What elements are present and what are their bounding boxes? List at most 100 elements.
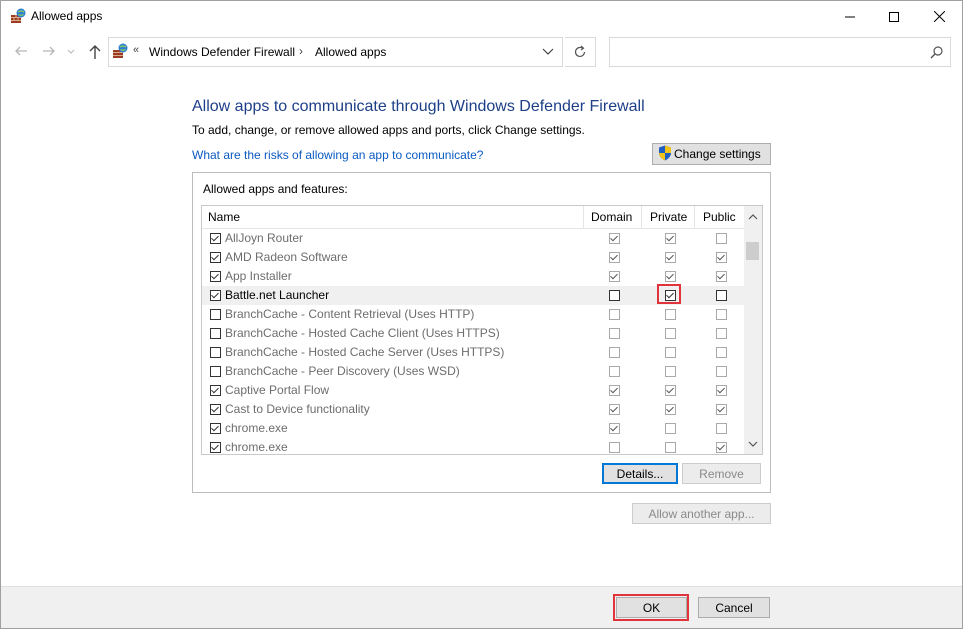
app-enabled-checkbox[interactable] xyxy=(210,423,221,434)
ok-button-highlight xyxy=(613,594,689,621)
close-button[interactable] xyxy=(916,1,962,32)
change-settings-button[interactable]: Change settings xyxy=(652,143,771,165)
overflow-chevron[interactable]: « xyxy=(133,44,139,56)
public-checkbox[interactable] xyxy=(716,271,727,282)
private-checkbox[interactable] xyxy=(665,423,676,434)
search-input[interactable] xyxy=(616,38,920,66)
public-checkbox[interactable] xyxy=(716,252,727,263)
forward-button[interactable] xyxy=(41,44,57,60)
table-row[interactable]: chrome.exe xyxy=(202,419,744,438)
private-checkbox[interactable] xyxy=(665,252,676,263)
breadcrumb-separator[interactable]: › xyxy=(299,44,303,58)
app-enabled-checkbox[interactable] xyxy=(210,309,221,320)
app-enabled-checkbox[interactable] xyxy=(210,347,221,358)
app-enabled-checkbox[interactable] xyxy=(210,442,221,453)
public-checkbox[interactable] xyxy=(716,309,727,320)
domain-checkbox[interactable] xyxy=(609,442,620,453)
cancel-button[interactable]: Cancel xyxy=(698,597,770,618)
domain-checkbox[interactable] xyxy=(609,347,620,358)
scroll-up-icon[interactable] xyxy=(748,212,758,222)
private-checkbox[interactable] xyxy=(665,442,676,453)
public-checkbox[interactable] xyxy=(716,347,727,358)
risks-link[interactable]: What are the risks of allowing an app to… xyxy=(192,148,483,162)
app-name: chrome.exe xyxy=(225,421,288,435)
private-checkbox[interactable] xyxy=(665,404,676,415)
app-enabled-checkbox[interactable] xyxy=(210,404,221,415)
domain-checkbox[interactable] xyxy=(609,252,620,263)
table-row[interactable]: Captive Portal Flow xyxy=(202,381,744,400)
page-heading: Allow apps to communicate through Window… xyxy=(192,98,645,115)
table-row[interactable]: BranchCache - Hosted Cache Client (Uses … xyxy=(202,324,744,343)
table-row[interactable]: BranchCache - Peer Discovery (Uses WSD) xyxy=(202,362,744,381)
private-checkbox[interactable] xyxy=(665,385,676,396)
column-header-public[interactable]: Public xyxy=(703,210,736,224)
up-button[interactable] xyxy=(87,44,103,60)
scroll-down-icon[interactable] xyxy=(748,439,758,449)
private-checkbox[interactable] xyxy=(665,366,676,377)
refresh-button[interactable] xyxy=(565,37,596,67)
app-name: Cast to Device functionality xyxy=(225,402,370,416)
maximize-icon xyxy=(889,11,899,22)
app-enabled-checkbox[interactable] xyxy=(210,252,221,263)
app-name: BranchCache - Content Retrieval (Uses HT… xyxy=(225,307,475,321)
breadcrumb-windows-defender-firewall[interactable]: Windows Defender Firewall xyxy=(149,45,295,59)
app-name: AMD Radeon Software xyxy=(225,250,348,264)
private-checkbox[interactable] xyxy=(665,328,676,339)
public-checkbox[interactable] xyxy=(716,423,727,434)
footer-bar xyxy=(1,586,962,628)
public-checkbox[interactable] xyxy=(716,233,727,244)
public-checkbox[interactable] xyxy=(716,385,727,396)
table-row[interactable]: AllJoyn Router xyxy=(202,229,744,248)
table-row[interactable]: BranchCache - Content Retrieval (Uses HT… xyxy=(202,305,744,324)
app-enabled-checkbox[interactable] xyxy=(210,366,221,377)
back-button[interactable] xyxy=(13,44,29,60)
public-checkbox[interactable] xyxy=(716,328,727,339)
domain-checkbox[interactable] xyxy=(609,271,620,282)
domain-checkbox[interactable] xyxy=(609,290,620,301)
remove-button[interactable]: Remove xyxy=(682,463,761,484)
column-header-private[interactable]: Private xyxy=(650,210,687,224)
table-row[interactable]: Cast to Device functionality xyxy=(202,400,744,419)
table-row[interactable]: BranchCache - Hosted Cache Server (Uses … xyxy=(202,343,744,362)
close-icon xyxy=(933,11,945,22)
app-enabled-checkbox[interactable] xyxy=(210,233,221,244)
domain-checkbox[interactable] xyxy=(609,328,620,339)
app-enabled-checkbox[interactable] xyxy=(210,328,221,339)
app-enabled-checkbox[interactable] xyxy=(210,271,221,282)
chevron-down-icon[interactable] xyxy=(542,44,554,58)
private-checkbox[interactable] xyxy=(665,309,676,320)
private-checkbox[interactable] xyxy=(665,233,676,244)
allow-another-app-button[interactable]: Allow another app... xyxy=(632,503,771,524)
private-checkbox[interactable] xyxy=(665,347,676,358)
table-row[interactable]: AMD Radeon Software xyxy=(202,248,744,267)
public-checkbox[interactable] xyxy=(716,366,727,377)
table-row[interactable]: chrome.exe xyxy=(202,438,744,454)
minimize-button[interactable] xyxy=(827,1,873,32)
address-bar[interactable]: « Windows Defender Firewall › Allowed ap… xyxy=(108,37,563,67)
domain-checkbox[interactable] xyxy=(609,309,620,320)
vertical-scrollbar[interactable] xyxy=(744,206,762,454)
apps-list[interactable]: Name Domain Private Public AllJoyn Route… xyxy=(201,205,763,455)
maximize-button[interactable] xyxy=(871,1,917,32)
recent-locations-button[interactable] xyxy=(66,44,76,60)
column-header-name[interactable]: Name xyxy=(208,210,240,224)
public-checkbox[interactable] xyxy=(716,442,727,453)
public-checkbox[interactable] xyxy=(716,404,727,415)
app-enabled-checkbox[interactable] xyxy=(210,290,221,301)
domain-checkbox[interactable] xyxy=(609,404,620,415)
breadcrumb-allowed-apps[interactable]: Allowed apps xyxy=(315,45,386,59)
search-box[interactable] xyxy=(609,37,951,67)
app-enabled-checkbox[interactable] xyxy=(210,385,221,396)
refresh-icon xyxy=(574,45,586,58)
details-button[interactable]: Details... xyxy=(602,463,678,484)
column-header-domain[interactable]: Domain xyxy=(591,210,632,224)
domain-checkbox[interactable] xyxy=(609,366,620,377)
column-divider xyxy=(583,206,584,228)
domain-checkbox[interactable] xyxy=(609,385,620,396)
domain-checkbox[interactable] xyxy=(609,423,620,434)
scrollbar-thumb[interactable] xyxy=(746,242,759,260)
domain-checkbox[interactable] xyxy=(609,233,620,244)
app-name: BranchCache - Peer Discovery (Uses WSD) xyxy=(225,364,460,378)
private-checkbox[interactable] xyxy=(665,271,676,282)
public-checkbox[interactable] xyxy=(716,290,727,301)
